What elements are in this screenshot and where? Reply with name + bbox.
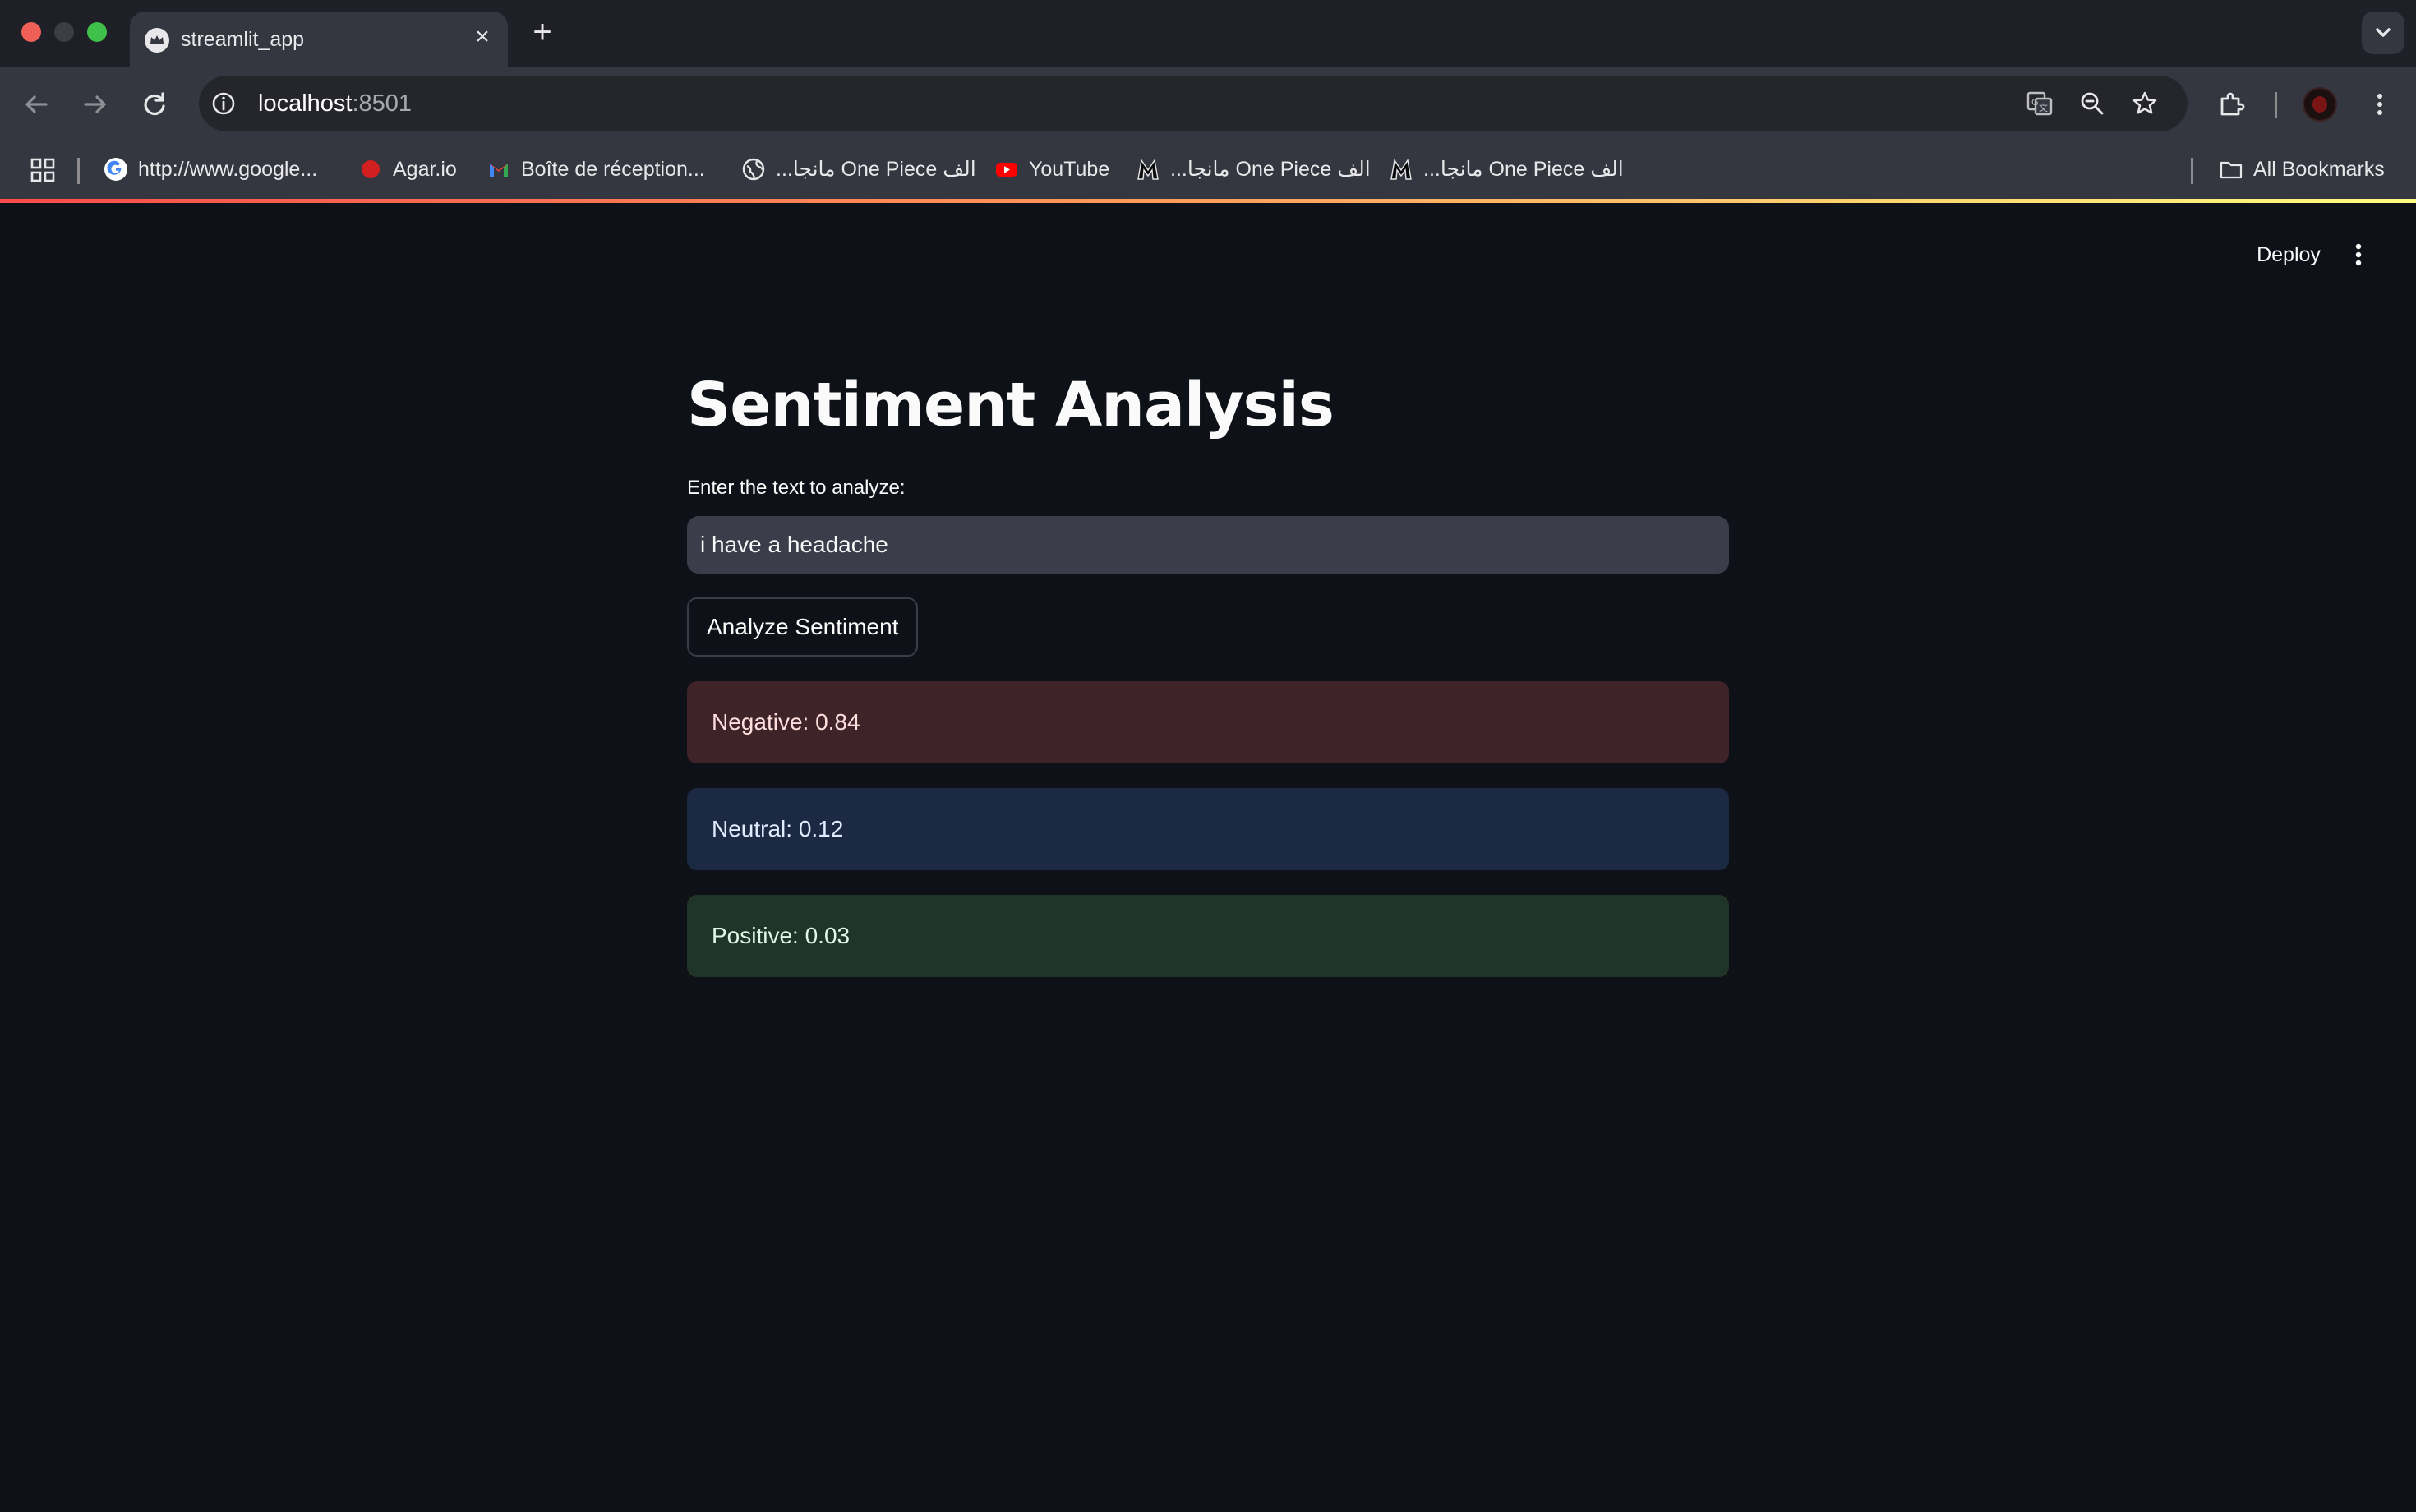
all-bookmarks-label: All Bookmarks [2253, 157, 2385, 181]
bookmarks-bar: http://www.google... Agar.io Boîte de ré… [0, 141, 2416, 199]
toolbar-divider [2275, 92, 2277, 118]
bookmarks-divider [2191, 158, 2193, 184]
new-tab-icon[interactable]: + [526, 16, 559, 49]
manga-icon [1137, 159, 1159, 180]
browser-tab-strip: streamlit_app × + [0, 0, 2416, 67]
svg-text:G: G [2031, 97, 2039, 108]
bookmark-one-piece-1[interactable]: ...مانجا One Piece الف [741, 153, 976, 186]
agar-icon [362, 160, 380, 178]
page-title: Sentiment Analysis [687, 370, 1335, 440]
browser-tab-active[interactable]: streamlit_app × [130, 12, 508, 67]
window-minimize-button[interactable] [54, 22, 74, 42]
bookmark-label: ...مانجا One Piece الف [776, 158, 976, 181]
bookmark-label: Boîte de réception... [521, 157, 705, 181]
neutral-score-alert: Neutral: 0.12 [687, 788, 1729, 870]
chevron-down-icon [2376, 28, 2391, 37]
url-text[interactable]: localhost:8501 [258, 90, 412, 118]
zoom-icon[interactable] [2077, 89, 2107, 118]
reload-icon[interactable] [138, 88, 171, 121]
tab-close-icon[interactable]: × [468, 23, 496, 51]
browser-menu-icon[interactable] [2363, 88, 2396, 121]
bookmark-one-piece-2[interactable]: ...مانجا One Piece الف [1136, 153, 1371, 186]
folder-icon [2220, 161, 2243, 179]
manga-icon [1390, 159, 1412, 180]
forward-arrow-icon[interactable] [79, 88, 112, 121]
extensions-puzzle-icon[interactable] [2215, 88, 2248, 121]
bookmark-label: YouTube [1029, 157, 1110, 181]
bookmark-label: Agar.io [393, 157, 457, 181]
back-arrow-icon[interactable] [20, 88, 53, 121]
positive-score-alert: Positive: 0.03 [687, 895, 1729, 977]
google-icon [104, 158, 127, 181]
translate-icon[interactable]: G 文 [2025, 89, 2054, 118]
main-menu-icon[interactable] [2344, 238, 2373, 271]
bookmark-youtube[interactable]: YouTube [994, 153, 1109, 186]
profile-avatar[interactable] [2303, 87, 2337, 122]
svg-text:文: 文 [2039, 102, 2048, 113]
analyze-sentiment-button[interactable]: Analyze Sentiment [687, 597, 919, 657]
globe-icon [742, 158, 765, 181]
streamlit-crown-icon [145, 28, 169, 53]
bookmark-label: ...مانجا One Piece الف [1170, 158, 1371, 181]
text-input[interactable] [687, 516, 1729, 574]
negative-score-alert: Negative: 0.84 [687, 681, 1729, 763]
tab-search-button[interactable] [2362, 12, 2404, 54]
all-bookmarks-button[interactable]: All Bookmarks [2219, 153, 2385, 186]
bookmark-gmail[interactable]: Boîte de réception... [486, 153, 705, 186]
window-close-button[interactable] [21, 22, 41, 42]
bookmark-google[interactable]: http://www.google... [104, 153, 317, 186]
window-maximize-button[interactable] [87, 22, 107, 42]
bookmark-agar[interactable]: Agar.io [358, 153, 457, 186]
gmail-icon [490, 164, 508, 177]
streamlit-decoration-bar [0, 199, 2416, 203]
deploy-button[interactable]: Deploy [2235, 238, 2342, 271]
bookmark-star-icon[interactable] [2130, 89, 2160, 118]
bookmark-one-piece-3[interactable]: ...مانجا One Piece الف [1389, 153, 1624, 186]
url-port: :8501 [352, 90, 413, 117]
youtube-icon [996, 163, 1017, 177]
site-info-icon[interactable] [209, 89, 238, 118]
text-input-label: Enter the text to analyze: [687, 477, 906, 499]
browser-toolbar: localhost:8501 G 文 [0, 67, 2416, 141]
url-host: localhost [258, 90, 353, 117]
address-bar[interactable]: localhost:8501 G 文 [199, 76, 2188, 131]
tab-title: streamlit_app [181, 28, 305, 51]
bookmarks-divider [77, 158, 80, 184]
bookmark-label: http://www.google... [138, 157, 318, 181]
apps-grid-icon[interactable] [28, 155, 58, 185]
bookmark-label: ...مانجا One Piece الف [1423, 158, 1624, 181]
